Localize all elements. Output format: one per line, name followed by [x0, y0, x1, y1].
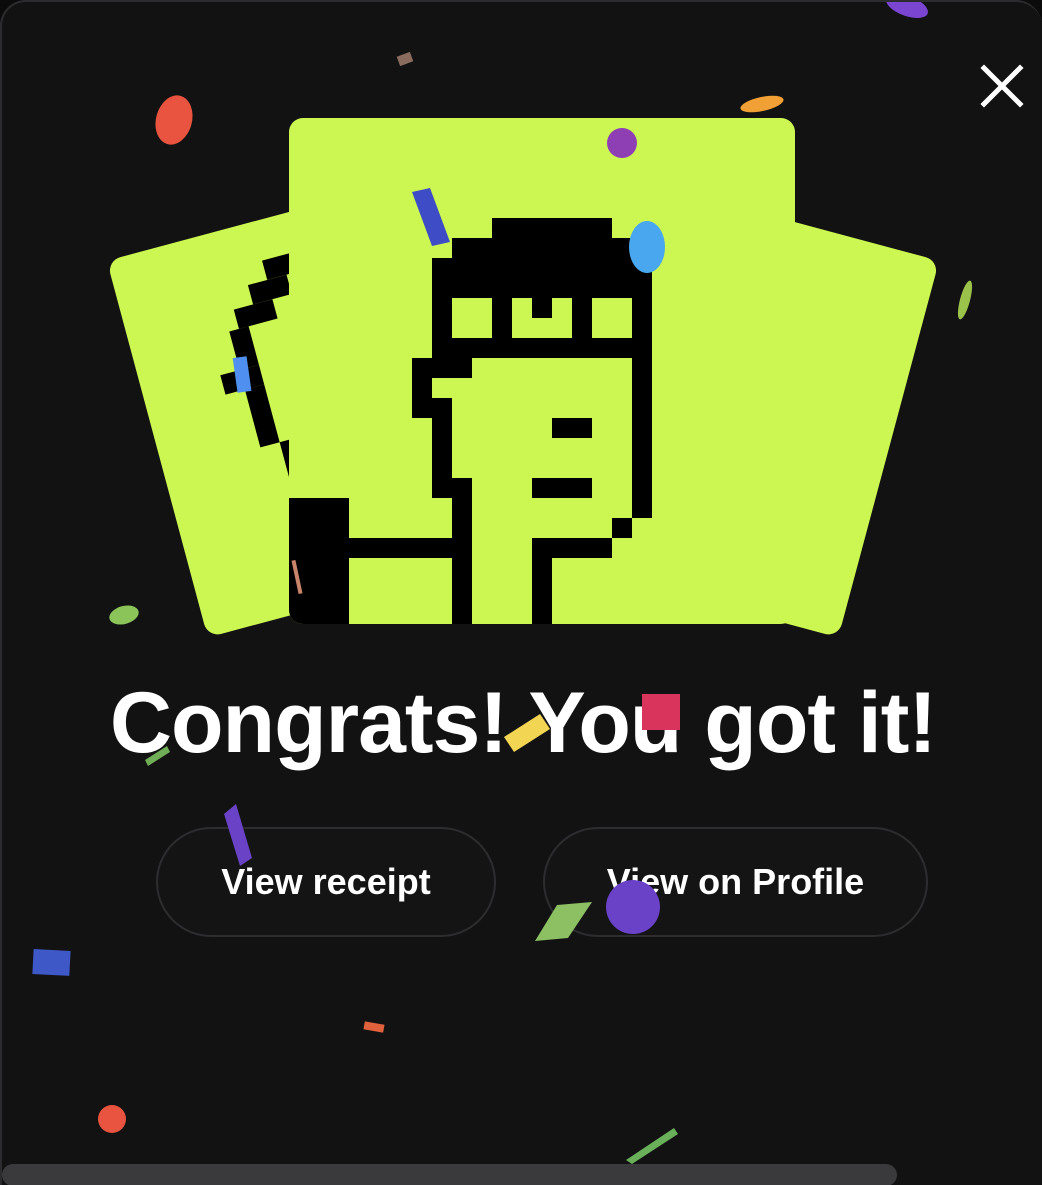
close-icon	[980, 64, 1024, 108]
close-button[interactable]	[974, 58, 1030, 114]
purchase-success-modal: Congrats! You got it! View receipt View …	[0, 0, 1042, 1185]
nft-card-punk	[289, 118, 795, 624]
pixel-punk-image	[289, 218, 652, 624]
view-receipt-button[interactable]: View receipt	[156, 827, 496, 937]
view-on-profile-button[interactable]: View on Profile	[543, 827, 928, 937]
horizontal-scrollbar[interactable]	[2, 1164, 897, 1185]
success-headline: Congrats! You got it!	[109, 675, 937, 771]
